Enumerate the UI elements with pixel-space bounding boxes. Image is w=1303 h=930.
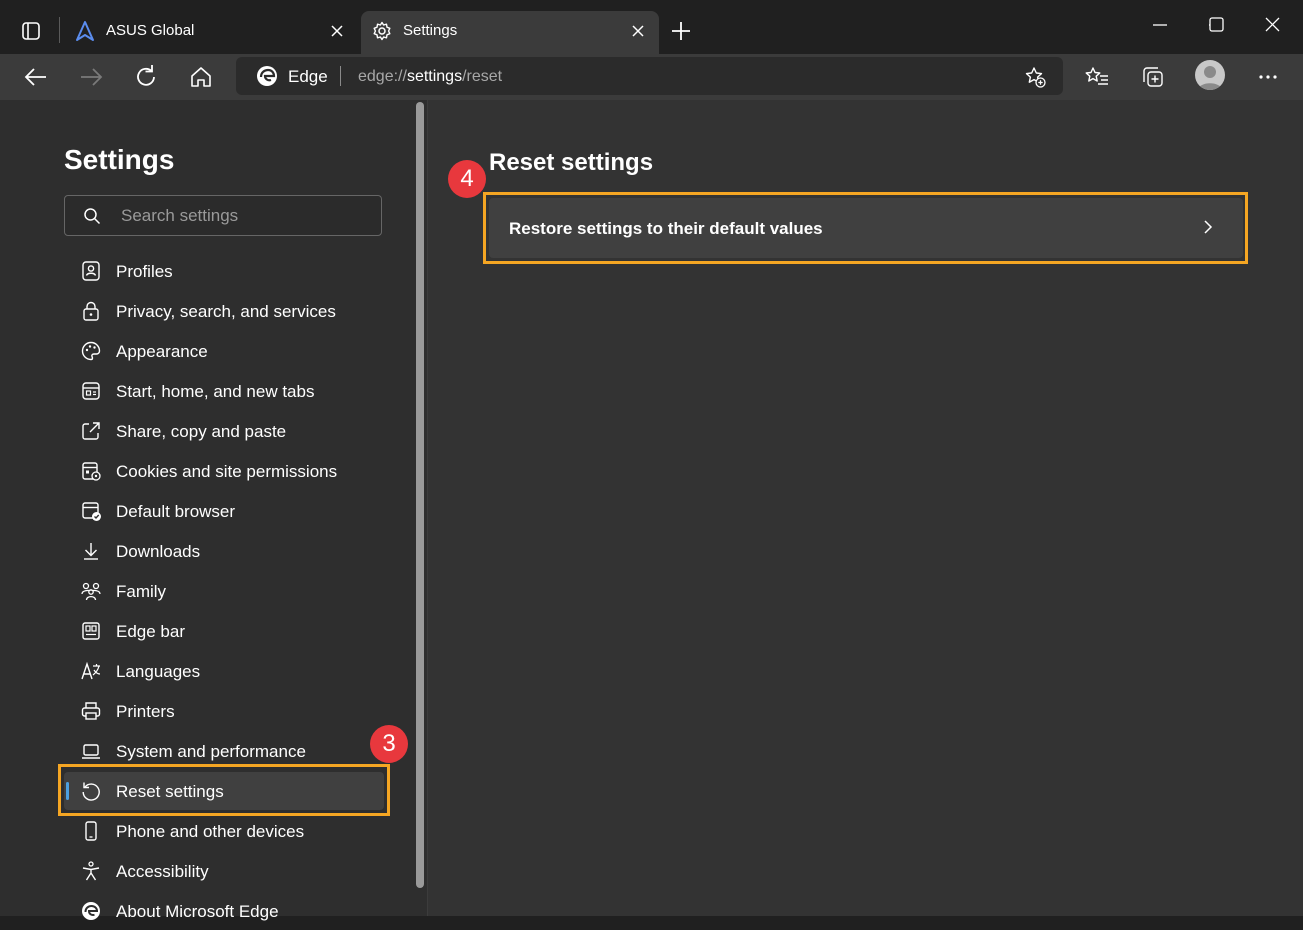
sidebar-item-label: Downloads (116, 542, 201, 561)
sidebar-item-label: Printers (116, 702, 175, 721)
laptop-icon (80, 740, 102, 762)
maximize-icon[interactable] (1196, 8, 1236, 44)
site-label: Edge (288, 67, 328, 86)
close-tab-icon[interactable] (629, 22, 647, 40)
restore-defaults-label: Restore settings to their default values (509, 219, 823, 238)
refresh-icon[interactable] (130, 61, 162, 93)
favorites-icon[interactable] (1083, 63, 1111, 91)
address-bar[interactable]: Edge edge://settings/reset (236, 57, 1063, 95)
default-browser-icon (80, 500, 102, 522)
settings-sidebar: Settings Profiles Privacy, search, and s… (0, 100, 428, 921)
page-title: Reset settings (489, 149, 654, 176)
sidebar-item-family[interactable]: Family (64, 572, 384, 610)
sidebar-item-cookies[interactable]: Cookies and site permissions (64, 452, 384, 490)
collections-icon[interactable] (1139, 63, 1167, 91)
reset-icon (80, 780, 102, 802)
tab-separator (59, 17, 60, 43)
url-path: settings (406, 68, 463, 85)
sidebar-item-label: Share, copy and paste (116, 422, 287, 441)
sidebar-item-edge-bar[interactable]: Edge bar (64, 612, 384, 650)
tab-settings[interactable]: Settings (361, 11, 659, 54)
sidebar-scrollbar[interactable] (416, 102, 424, 888)
edge-logo-icon (80, 900, 102, 922)
forward-arrow-icon[interactable] (75, 61, 107, 93)
printer-icon (80, 700, 102, 722)
sidebar-item-profiles[interactable]: Profiles (64, 252, 384, 290)
asus-logo-icon (74, 20, 96, 42)
sidebar-item-languages[interactable]: Languages (64, 652, 384, 690)
sidebar-item-reset-settings[interactable]: Reset settings (64, 772, 384, 810)
sidebar-item-downloads[interactable]: Downloads (64, 532, 384, 570)
url-suffix: /reset (462, 68, 503, 85)
palette-icon (80, 340, 102, 362)
tab-actions-icon[interactable] (16, 16, 46, 46)
sidebar-item-system[interactable]: System and performance (64, 732, 384, 770)
new-tab-icon[interactable] (668, 18, 694, 44)
minimize-button[interactable] (1140, 8, 1180, 44)
tab-strip: ASUS Global Settings (0, 0, 1303, 54)
profile-card-icon (80, 260, 102, 282)
close-window-icon[interactable] (1252, 8, 1292, 44)
tab-title: Settings (403, 22, 458, 39)
sidebar-item-about[interactable]: About Microsoft Edge (64, 892, 384, 930)
step-badge-4: 4 (448, 160, 486, 198)
sidebar-item-label: Start, home, and new tabs (116, 382, 315, 401)
sidebar-item-label: About Microsoft Edge (116, 902, 279, 921)
search-input[interactable] (119, 204, 373, 228)
home-icon[interactable] (185, 61, 217, 93)
back-arrow-icon[interactable] (20, 61, 52, 93)
share-icon (80, 420, 102, 442)
sidebar-item-label: Cookies and site permissions (116, 462, 338, 481)
restore-defaults-button[interactable]: Restore settings to their default values (489, 198, 1243, 258)
sidebar-item-printers[interactable]: Printers (64, 692, 384, 730)
sidebar-item-phone[interactable]: Phone and other devices (64, 812, 384, 850)
tab-asus-global[interactable]: ASUS Global (64, 11, 358, 51)
add-favorite-icon[interactable] (1023, 65, 1047, 89)
sidebar-item-label: Edge bar (116, 622, 185, 641)
sidebar-item-appearance[interactable]: Appearance (64, 332, 384, 370)
sidebar-item-share-copy[interactable]: Share, copy and paste (64, 412, 384, 450)
language-icon (80, 660, 102, 682)
address-divider (340, 66, 341, 86)
browser-toolbar: Edge edge://settings/reset (0, 54, 1303, 100)
cookie-permissions-icon (80, 460, 102, 482)
search-icon (83, 207, 101, 225)
search-box[interactable] (64, 195, 382, 236)
sidebar-item-privacy[interactable]: Privacy, search, and services (64, 292, 384, 330)
sidebar-item-label: System and performance (116, 742, 306, 761)
sidebar-item-label: Languages (116, 662, 201, 681)
gear-icon (371, 20, 393, 42)
profile-avatar[interactable] (1195, 60, 1225, 90)
settings-content: Reset settings Restore settings to their… (428, 100, 1303, 916)
sidebar-item-label: Reset settings (116, 782, 224, 801)
sidebar-item-label: Accessibility (116, 862, 209, 881)
step-badge-3: 3 (370, 725, 408, 763)
sidebar-item-label: Profiles (116, 262, 173, 281)
selection-indicator (66, 782, 69, 800)
sidebar-item-label: Default browser (116, 502, 236, 521)
tab-title: ASUS Global (106, 22, 195, 39)
more-options-icon[interactable] (1254, 63, 1282, 91)
edge-bar-icon (80, 620, 102, 642)
home-grid-icon (80, 380, 102, 402)
sidebar-item-start-home[interactable]: Start, home, and new tabs (64, 372, 384, 410)
sidebar-item-label: Family (116, 582, 167, 601)
url-text[interactable]: edge://settings/reset (358, 68, 502, 86)
sidebar-item-label: Appearance (116, 342, 208, 361)
download-icon (80, 540, 102, 562)
lock-icon (80, 300, 102, 322)
sidebar-item-label: Phone and other devices (116, 822, 305, 841)
sidebar-item-default-browser[interactable]: Default browser (64, 492, 384, 530)
sidebar-item-label: Privacy, search, and services (116, 302, 336, 321)
sidebar-title: Settings (64, 144, 175, 175)
family-icon (80, 580, 102, 602)
accessibility-icon (80, 860, 102, 882)
chevron-right-icon (1199, 218, 1217, 236)
url-prefix: edge:// (358, 68, 407, 85)
phone-icon (80, 820, 102, 842)
close-tab-icon[interactable] (328, 22, 346, 40)
edge-logo-icon (256, 65, 278, 87)
sidebar-item-accessibility[interactable]: Accessibility (64, 852, 384, 890)
